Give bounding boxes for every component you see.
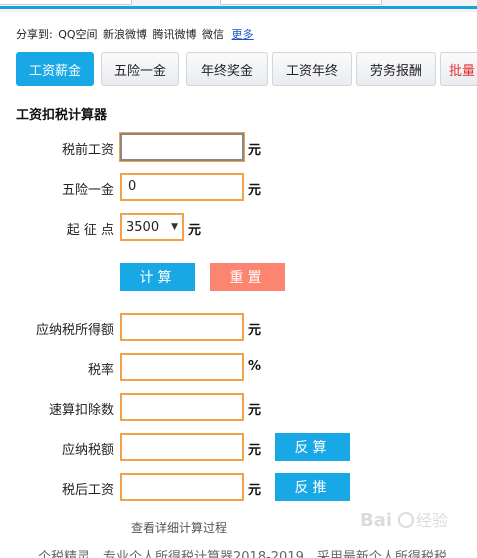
quick-deduction-unit: 元 xyxy=(248,403,262,418)
tax-payable-field[interactable] xyxy=(120,433,244,461)
share-tencent-weibo[interactable]: 腾讯微博 xyxy=(153,28,197,41)
tax-rate-unit: % xyxy=(248,359,262,374)
tab-insurance[interactable]: 五险一金 xyxy=(101,52,179,86)
threshold-unit: 元 xyxy=(188,223,202,238)
svg-text:Bai: Bai xyxy=(360,510,392,531)
chevron-down-icon: ▼ xyxy=(171,222,178,232)
accent-line xyxy=(0,6,477,9)
pretax-unit: 元 xyxy=(248,143,262,158)
tab-year-end-bonus[interactable]: 年终奖金 xyxy=(186,52,268,86)
insurance-unit: 元 xyxy=(248,183,262,198)
top-tab-left xyxy=(0,0,132,5)
baidu-watermark-logo: Bai 经验 xyxy=(360,510,448,531)
tab-salary[interactable]: 工资薪金 xyxy=(16,52,94,86)
share-bar: 分享到: QQ空间 新浪微博 腾讯微博 微信 更多 xyxy=(16,26,256,42)
tax-rate-field[interactable] xyxy=(120,353,244,381)
threshold-value: 3500 xyxy=(126,219,160,235)
share-wechat[interactable]: 微信 xyxy=(202,28,224,41)
threshold-label: 起 征 点 xyxy=(66,223,114,238)
taxable-income-unit: 元 xyxy=(248,323,262,338)
tab-salary-year-end[interactable]: 工资年终 xyxy=(272,52,352,86)
tax-payable-unit: 元 xyxy=(248,443,262,458)
browser-top-strip xyxy=(0,0,477,12)
tab-batch[interactable]: 批量 xyxy=(440,52,477,86)
tab-labor-remuneration[interactable]: 劳务报酬 xyxy=(356,52,436,86)
quick-deduction-field[interactable] xyxy=(120,393,244,421)
taxable-income-label: 应纳税所得额 xyxy=(35,323,114,338)
share-label: 分享到: xyxy=(16,28,53,41)
svg-text:经验: 经验 xyxy=(416,511,448,530)
taxable-income-field[interactable] xyxy=(120,313,244,341)
pretax-input[interactable] xyxy=(119,132,245,162)
tax-payable-label: 应纳税额 xyxy=(61,443,114,458)
calculator-title: 工资扣税计算器 xyxy=(16,108,108,123)
after-tax-unit: 元 xyxy=(248,483,262,498)
pretax-label: 税前工资 xyxy=(61,143,114,158)
after-tax-label: 税后工资 xyxy=(61,483,114,498)
share-qzone[interactable]: QQ空间 xyxy=(58,28,97,41)
share-more-link[interactable]: 更多 xyxy=(232,28,254,41)
share-weibo[interactable]: 新浪微博 xyxy=(103,28,147,41)
reverse-push-button[interactable]: 反推 xyxy=(275,473,350,501)
calculate-button[interactable]: 计算 xyxy=(120,263,195,291)
reverse-calc-button[interactable]: 反算 xyxy=(275,433,350,461)
after-tax-field[interactable] xyxy=(120,473,244,501)
quick-deduction-label: 速算扣除数 xyxy=(48,403,114,418)
top-tab-right xyxy=(220,0,382,5)
tax-rate-label: 税率 xyxy=(87,363,114,378)
insurance-label: 五险一金 xyxy=(61,183,114,198)
detail-process-link[interactable]: 查看详细计算过程 xyxy=(131,519,227,536)
threshold-select[interactable]: 3500 ▼ xyxy=(120,213,184,241)
insurance-input[interactable]: 0 xyxy=(120,173,244,201)
reset-button[interactable]: 重置 xyxy=(210,263,285,291)
footer-text: 个税精灵，专业个人所得税计算器2018-2019，采用最新个人所得税税 xyxy=(38,550,447,558)
